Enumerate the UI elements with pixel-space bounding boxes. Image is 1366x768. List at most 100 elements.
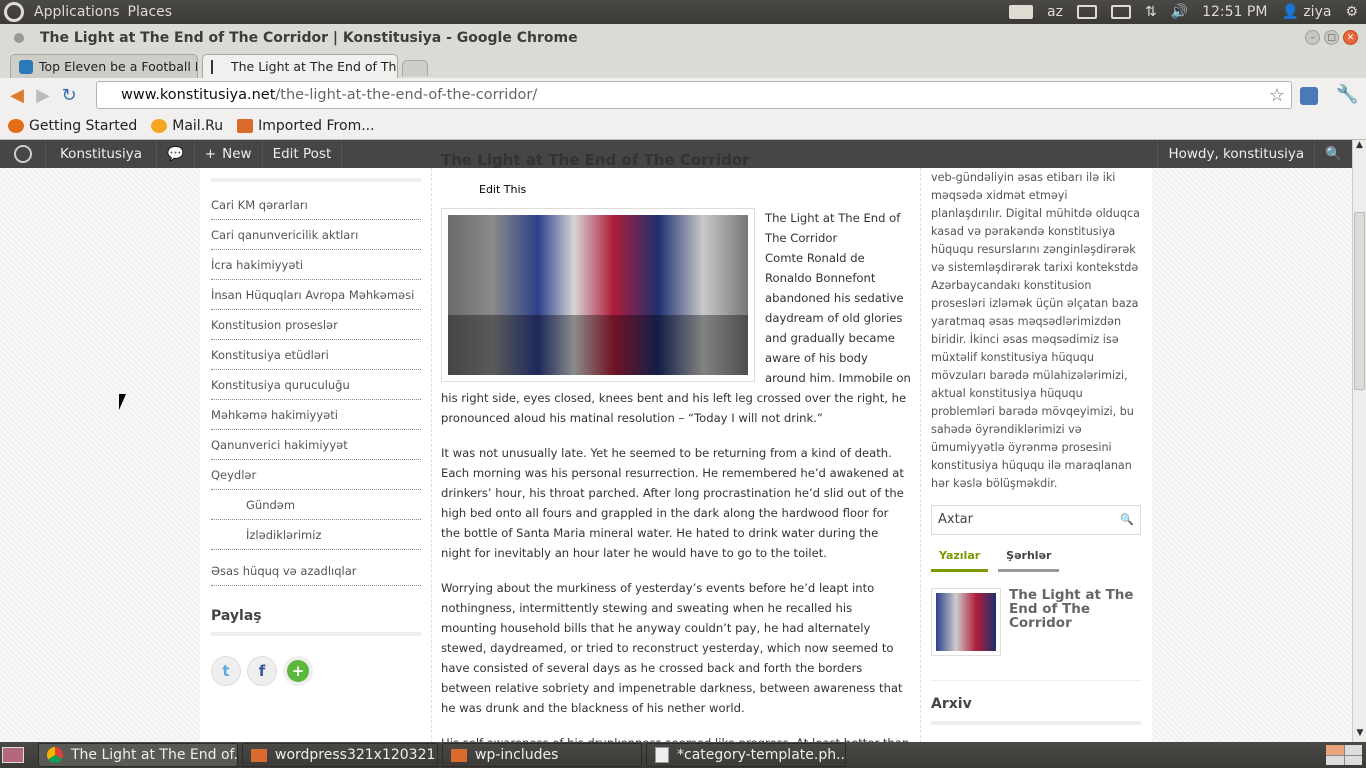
left-sidebar: Cari KM qərarları Cari qanunvericilik akt… [211,168,421,686]
admin-new-link[interactable]: + New [195,140,263,168]
workspace-switcher[interactable] [1326,745,1362,765]
extension-icon[interactable] [1300,87,1318,105]
tab-close-icon[interactable]: ✕ [396,60,397,73]
close-button[interactable]: ✕ [1343,30,1358,45]
category-link[interactable]: İzlədiklərimiz [211,520,421,550]
back-arrow-icon[interactable]: ◀ [4,85,30,106]
comments-bubble-icon[interactable]: 💬 [157,140,195,168]
tab-label: The Light at The End of Th [231,59,397,74]
post-paragraph-2: It was not unusually late. Yet he seemed… [441,446,904,560]
page-scrollbar[interactable]: ▲ ▼ [1352,140,1366,742]
places-menu[interactable]: Places [124,4,177,20]
wp-logo-icon[interactable] [0,140,46,168]
user-menu[interactable]: 👤 ziya [1281,4,1331,20]
post-image-frame[interactable] [441,208,755,382]
taskbar-editor[interactable]: *category-template.ph... [646,743,846,767]
post-paragraph-3: Worrying about the murkiness of yesterda… [441,581,903,715]
bookmark-mailru[interactable]: Mail.Ru [151,118,223,134]
window-title: The Light at The End of The Corridor | K… [40,30,578,46]
tab-konstitusiya[interactable]: The Light at The End of Th ✕ [202,54,398,78]
column-divider [920,168,921,742]
konstitusiya-favicon-icon [211,59,225,74]
network-icon[interactable]: ⇅ [1145,4,1157,20]
category-link[interactable]: İcra hakimiyyəti [211,250,421,280]
search-icon[interactable]: 🔍 [1120,511,1134,529]
task-label: wp-includes [475,747,559,763]
mail-icon[interactable] [1076,5,1097,19]
category-link[interactable]: Əsas hüquq və azadlıqlar [211,556,421,586]
scrollbar-thumb[interactable] [1354,212,1365,390]
sidebar-tabs: Yazılar Şərhlər [931,547,1141,572]
task-label: *category-template.ph... [677,747,846,763]
taskbar-chrome[interactable]: The Light at The End of... [38,743,238,767]
tab-comments[interactable]: Şərhlər [998,547,1060,572]
recent-post-item[interactable]: The Light at The End of The Corridor [931,588,1141,681]
window-titlebar: The Light at The End of The Corridor | K… [0,24,1366,52]
browser-toolbar: ◀ ▶ ↻ www.konstitusiya.net/the-light-at-… [0,78,1366,113]
forward-arrow-icon[interactable]: ▶ [30,85,56,106]
post-paragraph-4: His self-awareness of his drunkenness se… [441,733,911,742]
recent-post-thumbnail [931,588,1001,656]
admin-howdy[interactable]: Howdy, konstitusiya [1157,140,1316,168]
new-tab-button[interactable] [402,60,428,76]
category-link[interactable]: Cari KM qərarları [211,190,421,220]
scroll-down-icon[interactable]: ▼ [1353,728,1366,742]
category-link[interactable]: Qanunverici hakimiyyət [211,430,421,460]
volume-icon[interactable]: 🔊 [1171,4,1188,20]
bookmark-label: Imported From... [258,118,375,134]
widget-underline [211,168,421,182]
window-menu-icon[interactable] [14,33,24,43]
taskbar-folder-wordpress[interactable]: wordpress321x120321... [242,743,438,767]
admin-new-label: New [222,146,252,162]
category-link[interactable]: Qeydlər [211,460,421,490]
twitter-icon[interactable]: t [211,656,241,686]
post-content: The Light at The End of The Corridor Edi… [441,151,911,742]
category-link[interactable]: Cari qanunvericilik aktları [211,220,421,250]
category-link[interactable]: Konstitusion proseslər [211,310,421,340]
keyboard-icon[interactable] [1009,5,1033,19]
share-title: Paylaş [211,608,421,636]
admin-edit-post-link[interactable]: Edit Post [263,140,343,168]
share-buttons: t f + [211,656,421,686]
minimize-button[interactable]: – [1305,30,1320,45]
folder-icon [251,748,267,762]
ubuntu-logo-icon[interactable] [4,2,24,22]
address-bar[interactable]: www.konstitusiya.net/the-light-at-the-en… [96,81,1292,109]
keyboard-layout[interactable]: az [1047,4,1063,20]
recent-post-title[interactable]: The Light at The End of The Corridor [1009,588,1141,656]
admin-search-icon[interactable]: 🔍 [1315,140,1352,168]
maximize-button[interactable]: □ [1324,30,1339,45]
clock[interactable]: 12:51 PM [1202,4,1267,20]
archive-title: Arxiv [931,695,1141,725]
sidebar-search-input[interactable]: Axtar [938,511,973,529]
applications-menu[interactable]: Applications [30,4,124,20]
bookmarks-bar: Getting Started Mail.Ru Imported From... [0,113,1366,140]
reload-icon[interactable]: ↻ [56,85,82,106]
category-link[interactable]: Gündəm [211,490,421,520]
tab-top-eleven[interactable]: Top Eleven be a Football M ✕ [10,54,198,78]
admin-site-link[interactable]: Konstitusiya [46,140,157,168]
wrench-menu-icon[interactable]: 🔧 [1336,84,1358,105]
bookmark-folder-imported[interactable]: Imported From... [237,118,375,134]
show-desktop-icon[interactable] [2,747,24,763]
bookmark-getting-started[interactable]: Getting Started [8,118,137,134]
category-link[interactable]: Konstitusiya quruculuğu [211,370,421,400]
web-viewport: Konstitusiya 💬 + New Edit Post Howdy, kon… [0,140,1352,742]
bookmark-star-icon[interactable]: ☆ [1269,85,1285,106]
sidebar-search[interactable]: Axtar 🔍 [931,505,1141,535]
page-container: Cari KM qərarları Cari qanunvericilik akt… [200,151,1152,742]
battery-icon[interactable] [1110,5,1131,19]
scroll-up-icon[interactable]: ▲ [1353,140,1366,154]
category-link[interactable]: Konstitusiya etüdləri [211,340,421,370]
session-gear-icon[interactable]: ⚙ [1345,4,1358,20]
category-list: Cari KM qərarları Cari qanunvericilik akt… [211,190,421,586]
url-host: www.konstitusiya.net [121,87,276,103]
taskbar-folder-wp-includes[interactable]: wp-includes [442,743,642,767]
task-label: The Light at The End of... [71,747,238,763]
edit-this-link[interactable]: Edit This [479,180,526,200]
facebook-icon[interactable]: f [247,656,277,686]
category-link[interactable]: Məhkəmə hakimiyyəti [211,400,421,430]
category-link[interactable]: İnsan Hüquqları Avropa Məhkəməsi [211,280,421,310]
addthis-plus-icon[interactable]: + [283,656,313,686]
tab-posts[interactable]: Yazılar [931,547,989,572]
